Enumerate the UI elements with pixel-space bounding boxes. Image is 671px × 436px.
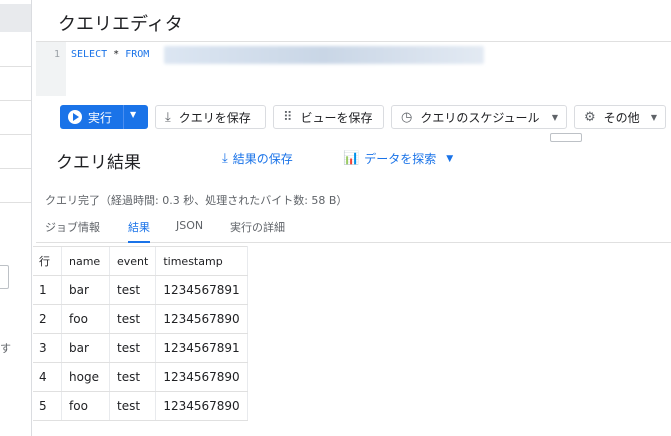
save-view-label: ビューを保存: [300, 110, 373, 125]
column-header: event: [108, 246, 156, 276]
row-number: 2: [33, 304, 62, 334]
cell-timestamp: 1234567891: [155, 333, 248, 363]
sidebar-divider: [0, 202, 31, 203]
column-header: timestamp: [155, 246, 248, 276]
tab-results[interactable]: 結果: [128, 219, 150, 243]
save-results-label: 結果の保存: [232, 152, 293, 166]
save-icon: ⤓: [165, 109, 171, 125]
clock-icon: ◷: [401, 109, 413, 125]
row-number: 5: [33, 391, 62, 421]
save-query-label: クエリを保存: [178, 110, 251, 125]
table-row: 5 foo test 1234567890: [33, 391, 248, 421]
query-status: クエリ完了（経過時間: 0.3 秒、処理されたバイト数: 58 B）: [45, 194, 348, 207]
table-row: 4 hoge test 1234567890: [33, 362, 248, 392]
run-divider: [123, 105, 124, 129]
schedule-label: クエリのスケジュール: [420, 110, 540, 125]
sidebar-selected-item[interactable]: [0, 4, 31, 32]
redacted-table-name: [164, 46, 484, 64]
code-star: *: [113, 49, 120, 60]
cell-event: test: [108, 275, 156, 305]
keyword-select: SELECT: [71, 49, 108, 60]
row-number: 4: [33, 362, 62, 392]
query-toolbar: 実行 ▼ ⤓ クエリを保存 ⠿ ビューを保存 ◷ クエリのスケジュール ▼ ⚙ …: [36, 96, 671, 136]
table-header-row: 行 name event timestamp: [33, 246, 248, 276]
cell-timestamp: 1234567890: [155, 362, 248, 392]
results-header: クエリ結果 ⤓ 結果の保存 📊 データを探索 ▼: [36, 142, 671, 174]
more-dropdown-icon: ▼: [650, 112, 657, 122]
cell-name: foo: [61, 304, 110, 334]
keyword-from: FROM: [125, 49, 150, 60]
cell-name: bar: [61, 275, 110, 305]
results-title: クエリ結果: [56, 153, 141, 173]
tab-job-info[interactable]: ジョブ情報: [45, 219, 100, 241]
schedule-query-button[interactable]: ◷ クエリのスケジュール ▼: [391, 105, 567, 129]
column-header: name: [61, 246, 110, 276]
tab-execution-details[interactable]: 実行の詳細: [230, 219, 285, 241]
schedule-dropdown-icon: ▼: [551, 112, 558, 122]
cell-event: test: [108, 362, 156, 392]
gear-icon: ⚙: [584, 109, 596, 125]
row-number: 1: [33, 275, 62, 305]
sidebar-divider: [0, 168, 31, 169]
save-view-button[interactable]: ⠿ ビューを保存: [273, 105, 384, 129]
more-label: その他: [603, 110, 640, 125]
row-number: 3: [33, 333, 62, 363]
run-label: 実行: [88, 110, 113, 125]
cell-timestamp: 1234567890: [155, 304, 248, 334]
explore-dropdown-icon: ▼: [446, 153, 454, 164]
sidebar-divider: [0, 100, 31, 101]
run-dropdown-icon[interactable]: ▼: [130, 110, 136, 119]
cell-name: hoge: [61, 362, 110, 392]
play-icon: [68, 110, 82, 124]
table-row: 2 foo test 1234567890: [33, 304, 248, 334]
more-button[interactable]: ⚙ その他 ▼: [574, 105, 666, 129]
resize-handle[interactable]: [550, 133, 582, 142]
cell-event: test: [108, 391, 156, 421]
cell-name: foo: [61, 391, 110, 421]
download-icon: ⤓: [222, 151, 228, 166]
grid-icon: ⠿: [283, 109, 293, 125]
cell-name: bar: [61, 333, 110, 363]
sidebar-divider: [0, 134, 31, 135]
column-header: 行: [33, 246, 62, 276]
sidebar-text-fragment: す: [0, 342, 11, 355]
line-number: 1: [54, 49, 61, 60]
cell-timestamp: 1234567891: [155, 275, 248, 305]
page-title: クエリエディタ: [58, 14, 183, 35]
cell-timestamp: 1234567890: [155, 391, 248, 421]
results-tabs: ジョブ情報 結果 JSON 実行の詳細: [36, 212, 671, 243]
sql-editor[interactable]: 1 SELECT * FROM: [36, 42, 671, 96]
cell-event: test: [108, 304, 156, 334]
editor-title-bar: クエリエディタ: [36, 0, 671, 42]
sidebar-input-fragment[interactable]: [0, 265, 9, 289]
cell-event: test: [108, 333, 156, 363]
run-button[interactable]: 実行 ▼: [60, 105, 148, 129]
sidebar-divider: [0, 66, 31, 67]
editor-gutter: [36, 42, 66, 96]
save-results-button[interactable]: ⤓ 結果の保存: [222, 150, 293, 167]
table-row: 3 bar test 1234567891: [33, 333, 248, 363]
explore-data-label: データを探索: [364, 152, 437, 166]
chart-icon: 📊: [343, 151, 360, 166]
explore-data-button[interactable]: 📊 データを探索 ▼: [343, 150, 453, 167]
table-row: 1 bar test 1234567891: [33, 275, 248, 305]
save-query-button[interactable]: ⤓ クエリを保存: [155, 105, 266, 129]
results-table: 行 name event timestamp 1 bar test 123456…: [33, 246, 248, 421]
left-sidebar-strip: す: [0, 0, 32, 436]
tab-json[interactable]: JSON: [176, 219, 203, 238]
code-line[interactable]: SELECT * FROM: [71, 49, 149, 60]
